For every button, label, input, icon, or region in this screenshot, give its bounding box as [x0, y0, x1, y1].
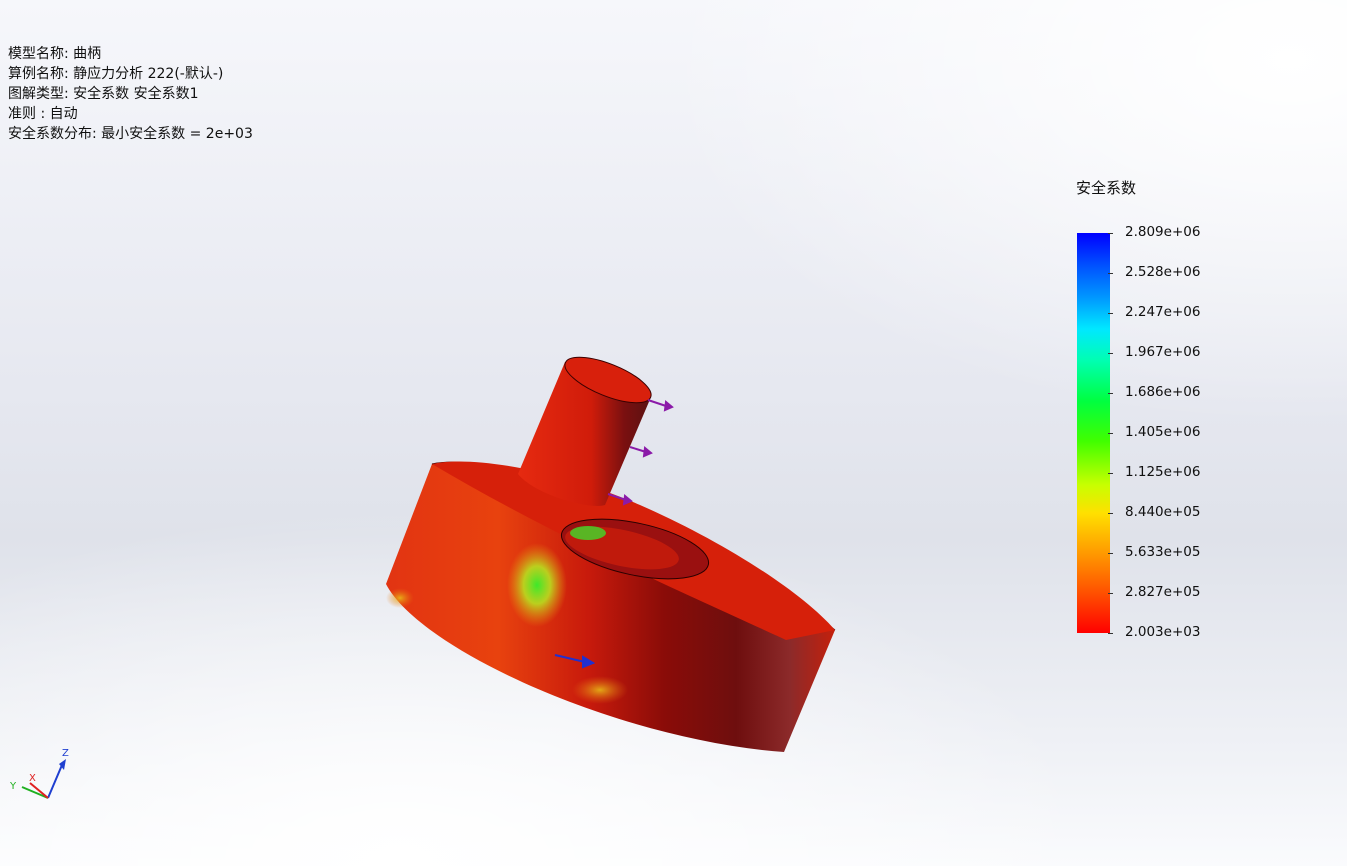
legend-tick-label: 2.827e+05 [1125, 584, 1201, 600]
stress-hotspot-minor [572, 676, 628, 704]
legend-tick-mark [1108, 513, 1113, 514]
stress-hotspot-edge [386, 588, 414, 608]
legend-tick-label: 1.125e+06 [1125, 464, 1201, 480]
legend-title: 安全系数 [1076, 179, 1137, 197]
legend-tick-mark [1108, 433, 1113, 434]
y-axis-line [21, 786, 49, 799]
legend-tick-label: 1.686e+06 [1125, 384, 1201, 400]
x-axis-label: X [29, 773, 36, 784]
legend-tick-mark [1108, 233, 1113, 234]
legend-tick-mark [1108, 273, 1113, 274]
legend-tick-label: 2.003e+03 [1125, 624, 1201, 640]
legend-tick-mark [1108, 313, 1113, 314]
legend-tick-mark [1108, 473, 1113, 474]
stress-hotspot [507, 543, 567, 627]
legend-tick-label: 1.967e+06 [1125, 344, 1201, 360]
legend-color-bar [1077, 233, 1110, 633]
legend-tick-mark [1108, 353, 1113, 354]
legend-tick-label: 8.440e+05 [1125, 504, 1201, 520]
legend-tick-mark [1108, 553, 1113, 554]
z-axis-line [47, 764, 63, 799]
legend-tick-mark [1108, 633, 1113, 634]
bore-hotspot [570, 526, 606, 540]
legend-tick-label: 2.247e+06 [1125, 304, 1201, 320]
legend-tick-label: 5.633e+05 [1125, 544, 1201, 560]
axis-triad[interactable]: Z X Y [6, 745, 76, 805]
z-axis-label: Z [62, 748, 69, 759]
legend-tick-mark [1108, 393, 1113, 394]
legend-tick-label: 2.809e+06 [1125, 224, 1201, 240]
legend-tick-mark [1108, 593, 1113, 594]
legend-tick-label: 2.528e+06 [1125, 264, 1201, 280]
legend-tick-label: 1.405e+06 [1125, 424, 1201, 440]
y-axis-label: Y [9, 781, 17, 792]
